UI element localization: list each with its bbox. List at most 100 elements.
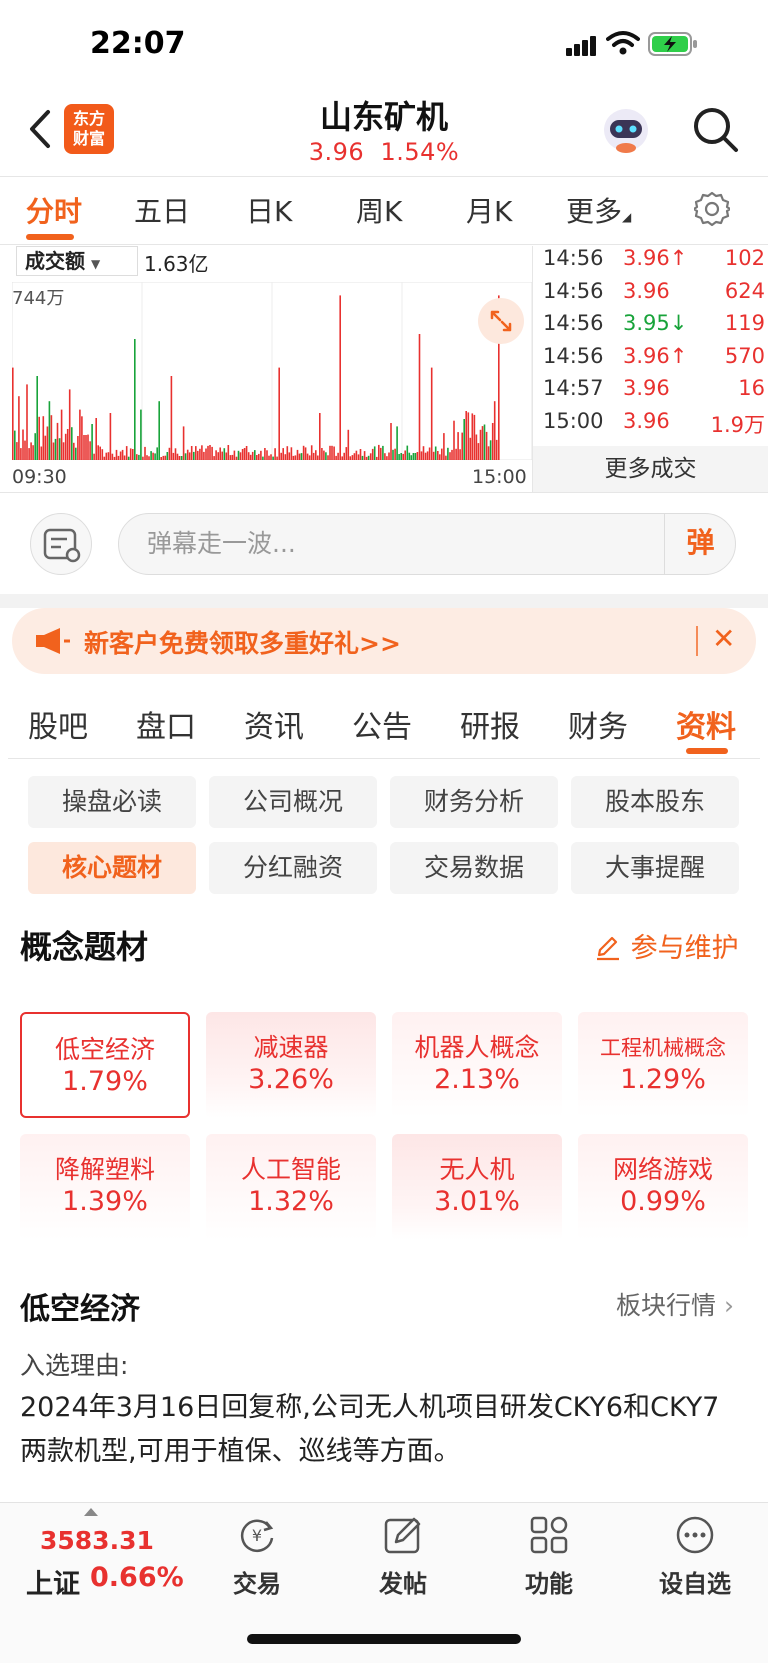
sub-core-themes[interactable]: 核心题材 <box>28 842 196 894</box>
nav-add-watchlist[interactable]: 设自选 <box>640 1514 750 1599</box>
sub-event-reminders[interactable]: 大事提醒 <box>571 842 739 894</box>
volume-bar <box>410 455 413 460</box>
trade-row: 15:00 3.96 1.9万 <box>543 409 765 443</box>
volume-bar <box>282 448 284 460</box>
volume-total: 1.63亿 <box>144 252 209 276</box>
nav-trade[interactable]: ¥ 交易 <box>202 1514 312 1599</box>
sub-shareholders[interactable]: 股本股东 <box>571 776 739 828</box>
reason-text: 2024年3月16日回复称,公司无人机项目研发CKY6和CKY7两款机型,可用于… <box>20 1392 720 1467</box>
sub-financial-analysis[interactable]: 财务分析 <box>390 776 558 828</box>
more-trades-button[interactable]: 更多成交 <box>532 446 768 492</box>
tab-finance[interactable]: 财务 <box>568 702 628 746</box>
trade-price: 3.96 <box>623 376 670 400</box>
concept-name: 工程机械概念 <box>600 1036 726 1060</box>
concept-change: 1.79% <box>62 1066 148 1097</box>
volume-bar <box>89 441 91 460</box>
header-divider <box>0 176 768 177</box>
sub-dividends-financing[interactable]: 分红融资 <box>209 842 377 894</box>
promo-banner[interactable]: 新客户免费领取多重好礼>> ✕ <box>12 608 756 674</box>
volume-bar <box>203 451 205 460</box>
volume-bar <box>138 454 140 460</box>
volume-bar <box>430 367 433 460</box>
trade-price: 3.95↓ <box>623 311 687 335</box>
volume-bar <box>260 450 262 460</box>
volume-bar <box>243 448 246 460</box>
concept-change: 3.01% <box>434 1186 520 1217</box>
close-icon[interactable]: ✕ <box>712 622 735 655</box>
volume-bar <box>58 438 61 460</box>
assistant-robot-icon[interactable] <box>600 104 652 156</box>
nav-trade-label: 交易 <box>233 1570 281 1598</box>
home-indicator <box>247 1634 521 1644</box>
volume-bar <box>284 454 287 460</box>
gear-icon[interactable] <box>694 191 730 227</box>
tab-news[interactable]: 资讯 <box>244 702 304 746</box>
tab-weekly-k[interactable]: 周K <box>356 190 402 230</box>
index-value[interactable]: 3583.31 <box>40 1526 154 1555</box>
volume-bar <box>376 456 378 460</box>
index-name[interactable]: 上证 <box>26 1562 80 1601</box>
concept-card[interactable]: 低空经济 1.79% <box>20 1012 190 1118</box>
concept-card[interactable]: 减速器 3.26% <box>206 1012 376 1118</box>
promo-divider <box>696 626 698 656</box>
volume-bar <box>294 455 297 460</box>
volume-bar-chart[interactable] <box>12 282 532 460</box>
caret-up-icon[interactable] <box>84 1508 98 1516</box>
tab-intraday[interactable]: 分时 <box>26 190 82 230</box>
volume-bar <box>467 412 470 460</box>
concept-card[interactable]: 网络游戏 0.99% <box>578 1134 748 1240</box>
volume-bar <box>188 452 191 460</box>
stock-quote: 3.96 1.54% <box>0 138 768 166</box>
concept-card[interactable]: 降解塑料 1.39% <box>20 1134 190 1240</box>
sector-quotes-link[interactable]: 板块行情 › <box>616 1286 734 1322</box>
trade-row: 14:56 3.95↓ 119 <box>543 311 765 345</box>
tab-announcements[interactable]: 公告 <box>352 702 412 746</box>
volume-bar <box>475 434 478 460</box>
danmaku-input[interactable]: 弹幕走一波... <box>118 513 736 575</box>
maintain-label: 参与维护 <box>630 933 739 964</box>
trade-time: 14:56 <box>543 311 604 336</box>
tab-research[interactable]: 研报 <box>460 702 520 746</box>
danmaku-settings-button[interactable] <box>30 513 92 575</box>
tab-more[interactable]: 更多◢ <box>566 190 631 230</box>
volume-bar <box>20 448 22 460</box>
sub-trading-essentials[interactable]: 操盘必读 <box>28 776 196 828</box>
volume-bar <box>249 454 252 460</box>
nav-post[interactable]: 发帖 <box>348 1514 458 1599</box>
trade-direction-arrow: ↑ <box>669 343 688 368</box>
tab-five-day[interactable]: 五日 <box>134 190 190 230</box>
tab-profile[interactable]: 资料 <box>676 702 736 746</box>
tab-pankou[interactable]: 盘口 <box>136 702 196 746</box>
concept-card[interactable]: 机器人概念 2.13% <box>392 1012 562 1118</box>
concept-card[interactable]: 工程机械概念 1.29% <box>578 1012 748 1118</box>
sub-trading-data[interactable]: 交易数据 <box>390 842 558 894</box>
volume-bar <box>406 445 409 460</box>
volume-bar <box>247 452 250 460</box>
volume-bar <box>18 396 20 460</box>
nav-functions[interactable]: 功能 <box>494 1514 604 1599</box>
danmaku-send-button[interactable]: 弹 <box>664 513 736 575</box>
index-change[interactable]: 0.66% <box>90 1562 184 1593</box>
concept-card[interactable]: 人工智能 1.32% <box>206 1134 376 1240</box>
trade-price-value: 3.96 <box>623 409 670 433</box>
volume-metric-selector[interactable]: 成交额 ▼ <box>16 246 138 276</box>
volume-bar <box>156 447 158 460</box>
expand-chart-button[interactable] <box>478 298 524 344</box>
volume-bar <box>420 451 423 460</box>
search-icon[interactable] <box>690 104 740 154</box>
tab-guba[interactable]: 股吧 <box>28 702 88 746</box>
trade-row: 14:57 3.96 16 <box>543 376 765 410</box>
tab-daily-k[interactable]: 日K <box>246 190 292 230</box>
concept-card[interactable]: 无人机 3.01% <box>392 1134 562 1240</box>
volume-bar <box>416 452 419 460</box>
maintain-button[interactable]: 参与维护 <box>594 926 739 965</box>
tab-monthly-k[interactable]: 月K <box>466 190 512 230</box>
sub-company-overview[interactable]: 公司概况 <box>209 776 377 828</box>
volume-bar <box>233 450 236 460</box>
volume-bar <box>91 424 93 460</box>
wifi-icon <box>606 31 640 55</box>
volume-bar <box>231 454 234 460</box>
volume-bar <box>327 455 329 460</box>
volume-bar <box>182 426 185 460</box>
nav-functions-label: 功能 <box>525 1570 573 1598</box>
